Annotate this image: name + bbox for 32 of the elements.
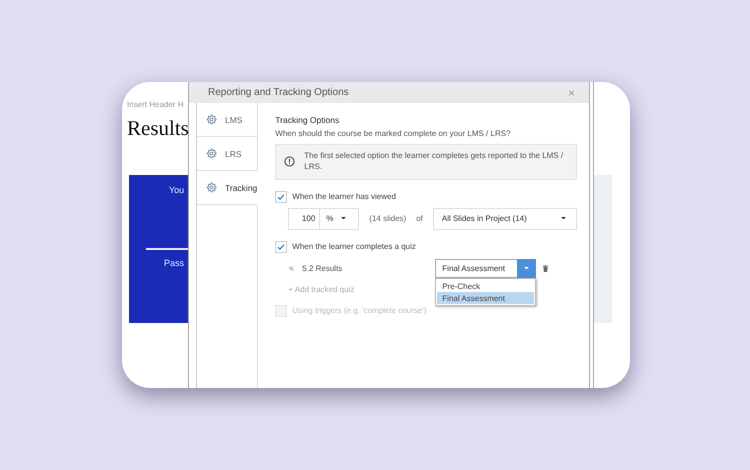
scope-dropdown[interactable]: All Slides in Project (14) xyxy=(432,208,577,230)
checkbox[interactable] xyxy=(275,240,288,253)
slide-title: Results xyxy=(127,116,189,141)
dropdown-option[interactable]: Pre-Check xyxy=(437,280,534,292)
dialog-title: Reporting and Tracking Options xyxy=(208,87,349,98)
caret-icon xyxy=(560,217,566,220)
info-icon xyxy=(284,156,296,168)
unit-dropdown[interactable]: % xyxy=(320,208,358,229)
caret-icon xyxy=(341,217,346,220)
section-heading: Tracking Options xyxy=(275,115,340,125)
option-label: When the learner completes a quiz xyxy=(292,242,416,252)
settings-icon xyxy=(206,114,217,125)
quiz-name: 5.2 Results xyxy=(302,264,344,274)
section-question: When should the course be marked complete on your LMS / LRS? xyxy=(275,129,512,138)
option-label: Using triggers (e.g. 'complete course') xyxy=(292,306,426,316)
trash-icon[interactable] xyxy=(542,264,550,274)
settings-icon xyxy=(206,148,217,159)
dropdown-option[interactable]: Final Assessment xyxy=(437,292,534,304)
slide-header: Insert Header H xyxy=(127,100,184,109)
of-label: of xyxy=(416,214,423,224)
checkbox[interactable] xyxy=(275,190,288,203)
amount-field[interactable]: 100 xyxy=(289,208,320,229)
option-label: When the learner has viewed xyxy=(292,192,396,202)
caret-icon xyxy=(524,267,530,270)
sidebar-tab[interactable]: Tracking xyxy=(197,171,258,205)
settings-icon xyxy=(206,182,217,193)
panel-text: You xyxy=(169,185,184,195)
slide-count: (14 slides) xyxy=(369,214,406,224)
info-text: The first selected option the learner completes gets reported to the LMS / LRS. xyxy=(304,151,564,173)
quiz-icon xyxy=(288,265,296,272)
panel-text: Pass xyxy=(164,258,184,268)
dropdown-button[interactable] xyxy=(517,259,536,278)
